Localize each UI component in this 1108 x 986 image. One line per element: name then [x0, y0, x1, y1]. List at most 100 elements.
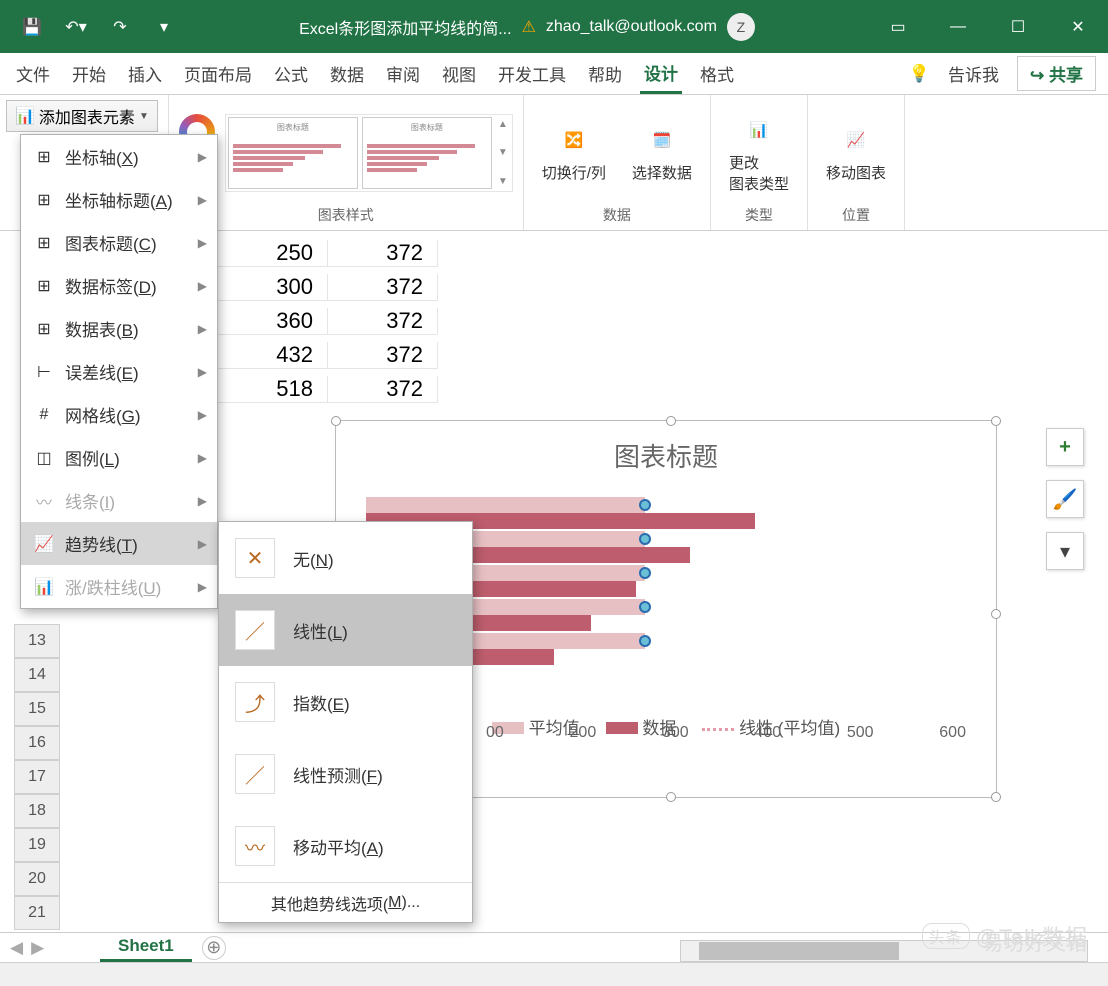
row-header[interactable]: 16 — [14, 726, 60, 760]
chevron-right-icon: ▶ — [198, 451, 207, 465]
row-header[interactable]: 21 — [14, 896, 60, 930]
menu-item-A[interactable]: ⊞坐标轴标题(A)▶ — [21, 178, 217, 221]
avg-marker[interactable] — [639, 635, 651, 647]
sheet-nav-prev-icon[interactable]: ◀ — [10, 938, 23, 958]
chart-style-gallery[interactable]: 图表标题 图表标题 ▲ ▼ ▼ — [225, 114, 513, 192]
chevron-right-icon: ▶ — [198, 193, 207, 207]
menu-item-B[interactable]: ⊞数据表(B)▶ — [21, 307, 217, 350]
chart-style-thumb[interactable]: 图表标题 — [362, 117, 492, 189]
axis-tick: 200 — [570, 724, 597, 742]
trendline-icon: ／ — [235, 754, 275, 794]
menu-item-icon: 📈 — [33, 534, 55, 554]
new-sheet-button[interactable]: ⊕ — [202, 936, 226, 960]
gallery-down-icon[interactable]: ▼ — [498, 147, 508, 158]
minimize-icon[interactable]: — — [928, 0, 988, 53]
undo-icon[interactable]: ↶▾ — [54, 5, 98, 49]
menu-item-icon: ⊞ — [33, 233, 55, 253]
trendline-option-E[interactable]: ⤴指数(E) — [219, 666, 472, 738]
avg-marker[interactable] — [639, 567, 651, 579]
tab-data[interactable]: 数据 — [326, 55, 368, 92]
sheet-nav-next-icon[interactable]: ▶ — [31, 938, 44, 958]
trendline-option-F[interactable]: ／线性预测(F) — [219, 738, 472, 810]
watermark: 头条 @Talk数据 易坊好文馆 — [922, 920, 1088, 952]
tab-formula[interactable]: 公式 — [270, 55, 312, 92]
menu-item-icon: # — [33, 406, 55, 424]
status-bar — [0, 962, 1108, 986]
tab-file[interactable]: 文件 — [12, 55, 54, 92]
cell[interactable]: 372 — [328, 308, 438, 335]
menu-item-icon: 〰 — [33, 489, 55, 513]
qat-customize-icon[interactable]: ▾ — [142, 5, 186, 49]
chart-filter-button[interactable]: ▾ — [1046, 532, 1084, 570]
menu-item-icon: 📊 — [33, 577, 55, 597]
tell-me[interactable]: 告诉我 — [944, 55, 1003, 92]
menu-item-D[interactable]: ⊞数据标签(D)▶ — [21, 264, 217, 307]
gallery-up-icon[interactable]: ▲ — [498, 119, 508, 130]
document-title: Excel条形图添加平均线的简... — [299, 15, 511, 39]
chevron-right-icon: ▶ — [198, 236, 207, 250]
row-header[interactable]: 20 — [14, 862, 60, 896]
avatar[interactable]: Z — [727, 13, 755, 41]
tab-page-layout[interactable]: 页面布局 — [180, 55, 256, 92]
share-button[interactable]: ↪ 共享 — [1017, 56, 1096, 91]
cell[interactable]: 300 — [218, 274, 328, 301]
redo-icon[interactable]: ↷ — [98, 5, 142, 49]
tab-design[interactable]: 设计 — [640, 54, 682, 94]
menu-item-icon: ⊞ — [33, 190, 55, 210]
avg-marker[interactable] — [639, 601, 651, 613]
cell[interactable]: 432 — [218, 342, 328, 369]
menu-item-icon: ◫ — [33, 448, 55, 468]
row-header[interactable]: 14 — [14, 658, 60, 692]
chevron-right-icon: ▶ — [198, 365, 207, 379]
tab-format[interactable]: 格式 — [696, 55, 738, 92]
row-header[interactable]: 19 — [14, 828, 60, 862]
more-trendline-options[interactable]: 其他趋势线选项(M)... — [219, 882, 472, 922]
chevron-right-icon: ▶ — [198, 279, 207, 293]
cell[interactable]: 372 — [328, 274, 438, 301]
row-header[interactable]: 17 — [14, 760, 60, 794]
select-data-button[interactable]: 🗓️选择数据 — [624, 118, 700, 187]
sheet-tab[interactable]: Sheet1 — [100, 933, 192, 962]
account-email[interactable]: zhao_talk@outlook.com — [546, 18, 717, 36]
ribbon-display-icon[interactable]: ▭ — [868, 0, 928, 53]
row-header[interactable]: 13 — [14, 624, 60, 658]
menu-item-icon: ⊞ — [33, 319, 55, 339]
tab-insert[interactable]: 插入 — [124, 55, 166, 92]
change-chart-type-button[interactable]: 📊更改图表类型 — [721, 108, 797, 198]
tab-view[interactable]: 视图 — [438, 55, 480, 92]
chevron-right-icon: ▶ — [198, 408, 207, 422]
row-header[interactable]: 15 — [14, 692, 60, 726]
switch-row-col-button[interactable]: 🔀切换行/列 — [534, 118, 614, 187]
menu-item-L[interactable]: ◫图例(L)▶ — [21, 436, 217, 479]
gallery-more-icon[interactable]: ▼ — [498, 176, 508, 187]
close-icon[interactable]: ✕ — [1048, 0, 1108, 53]
tab-help[interactable]: 帮助 — [584, 55, 626, 92]
tab-developer[interactable]: 开发工具 — [494, 55, 570, 92]
trendline-option-L[interactable]: ／线性(L) — [219, 594, 472, 666]
menu-item-G[interactable]: #网格线(G)▶ — [21, 393, 217, 436]
chart-style-thumb[interactable]: 图表标题 — [228, 117, 358, 189]
cell[interactable]: 372 — [328, 240, 438, 267]
tab-review[interactable]: 审阅 — [382, 55, 424, 92]
menu-item-E[interactable]: ⊢误差线(E)▶ — [21, 350, 217, 393]
cell[interactable]: 372 — [328, 342, 438, 369]
axis-tick: 00 — [486, 724, 504, 742]
save-icon[interactable]: 💾 — [10, 5, 54, 49]
trendline-option-N[interactable]: ✕无(N) — [219, 522, 472, 594]
move-chart-button[interactable]: 📈移动图表 — [818, 118, 894, 187]
cell[interactable]: 372 — [328, 376, 438, 403]
chart-elements-button[interactable]: + — [1046, 428, 1084, 466]
add-chart-element-button[interactable]: 📊 添加图表元素 ▼ — [6, 100, 158, 132]
menu-item-T[interactable]: 📈趋势线(T)▶ — [21, 522, 217, 565]
cell[interactable]: 250 — [218, 240, 328, 267]
cell[interactable]: 360 — [218, 308, 328, 335]
chart-styles-button[interactable]: 🖌️ — [1046, 480, 1084, 518]
chart-title[interactable]: 图表标题 — [336, 421, 996, 484]
cell[interactable]: 518 — [218, 376, 328, 403]
tab-home[interactable]: 开始 — [68, 55, 110, 92]
menu-item-C[interactable]: ⊞图表标题(C)▶ — [21, 221, 217, 264]
menu-item-X[interactable]: ⊞坐标轴(X)▶ — [21, 135, 217, 178]
trendline-option-A[interactable]: 〰移动平均(A) — [219, 810, 472, 882]
maximize-icon[interactable]: ☐ — [988, 0, 1048, 53]
row-header[interactable]: 18 — [14, 794, 60, 828]
